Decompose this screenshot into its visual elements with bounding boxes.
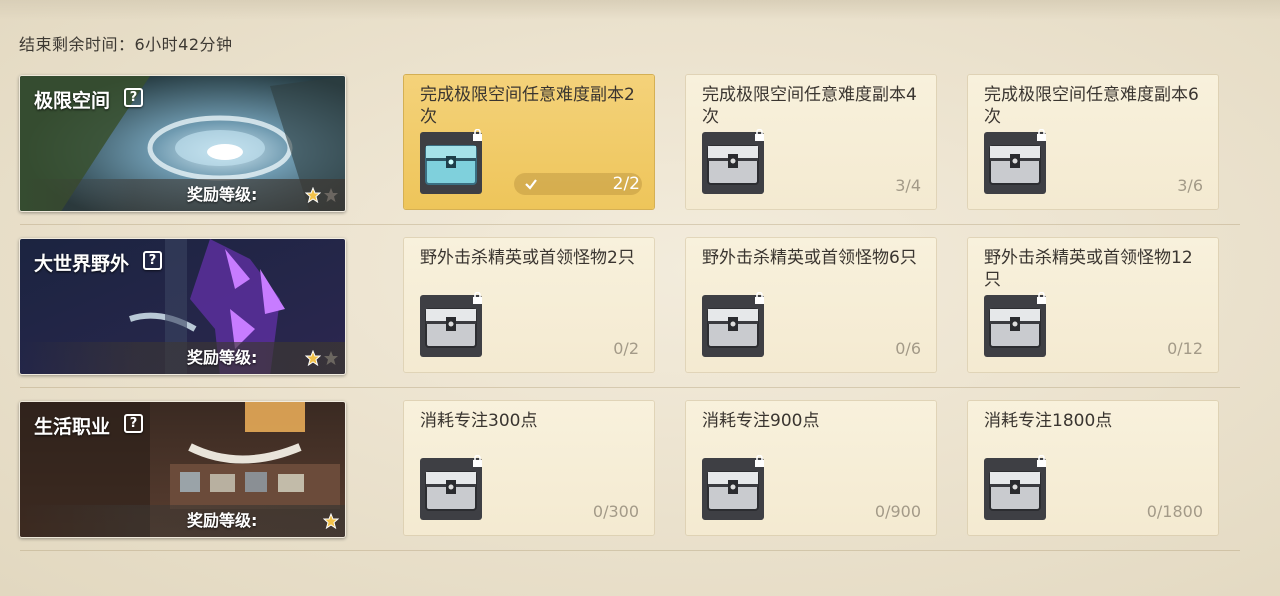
task-progress: 0/2 xyxy=(613,339,639,358)
reward-bar xyxy=(20,505,345,537)
task-card[interactable]: 消耗专注300点 0/300 xyxy=(404,401,654,535)
row-divider xyxy=(20,224,1240,225)
task-card[interactable]: 消耗专注900点 0/900 xyxy=(686,401,936,535)
task-progress: 3/6 xyxy=(1177,176,1203,195)
task-progress: 0/900 xyxy=(874,502,921,521)
lock-icon xyxy=(755,129,764,141)
completed-badge: 2/2 xyxy=(514,173,642,195)
blue-chest-icon[interactable] xyxy=(420,129,482,194)
reward-bar xyxy=(20,179,345,211)
task-card[interactable]: 野外击杀精英或首领怪物6只 0/6 xyxy=(686,238,936,372)
task-text: 野外击杀精英或首领怪物12只 xyxy=(984,248,1193,290)
task-progress: 0/300 xyxy=(592,502,639,521)
task-progress: 3/4 xyxy=(895,176,921,195)
row-divider xyxy=(20,550,1240,551)
task-card[interactable]: 野外击杀精英或首领怪物12只 0/12 xyxy=(968,238,1218,372)
silver-chest-icon[interactable] xyxy=(420,292,482,357)
star-filled-icon xyxy=(305,350,321,366)
help-icon[interactable]: ? xyxy=(124,88,143,107)
lock-icon xyxy=(755,292,764,304)
silver-chest-icon[interactable] xyxy=(702,455,764,520)
lock-icon xyxy=(473,292,482,304)
activity-row-extreme-space: 极限空间 ? 奖励等级: 完成极限空间任意难度副本2次 2/2 完成极限空间任意… xyxy=(0,75,1280,225)
task-progress: 0/12 xyxy=(1167,339,1203,358)
reward-stars xyxy=(305,350,339,366)
activity-title: 极限空间 xyxy=(34,90,111,112)
reward-level-label: 奖励等级: xyxy=(187,185,258,204)
task-text: 野外击杀精英或首领怪物6只 xyxy=(702,248,917,268)
activity-row-open-world: 大世界野外 ? 奖励等级: 野外击杀精英或首领怪物2只 0/2 野外击杀精英或首… xyxy=(0,238,1280,388)
reward-stars xyxy=(323,513,339,529)
activity-title: 生活职业 xyxy=(34,416,111,438)
task-card[interactable]: 完成极限空间任意难度副本2次 2/2 xyxy=(404,75,654,209)
row-divider xyxy=(20,387,1240,388)
activity-banner[interactable]: 生活职业 ? 奖励等级: xyxy=(19,401,346,538)
check-icon xyxy=(525,179,537,190)
event-timer: 结束剩余时间：6小时42分钟 xyxy=(19,35,233,54)
star-filled-icon xyxy=(305,187,321,203)
silver-chest-icon[interactable] xyxy=(984,292,1046,357)
silver-chest-icon[interactable] xyxy=(420,455,482,520)
activity-banner[interactable]: 极限空间 ? 奖励等级: xyxy=(19,75,346,212)
help-icon[interactable]: ? xyxy=(124,414,143,433)
task-text: 消耗专注1800点 xyxy=(984,411,1113,431)
lock-icon xyxy=(1037,455,1046,467)
top-decor-strip xyxy=(0,0,1280,20)
activity-banner[interactable]: 大世界野外 ? 奖励等级: xyxy=(19,238,346,375)
task-card[interactable]: 野外击杀精英或首领怪物2只 0/2 xyxy=(404,238,654,372)
star-empty-icon xyxy=(324,188,338,202)
silver-chest-icon[interactable] xyxy=(702,129,764,194)
silver-chest-icon[interactable] xyxy=(984,129,1046,194)
lock-icon xyxy=(473,455,482,467)
reward-stars xyxy=(305,187,339,203)
silver-chest-icon[interactable] xyxy=(984,455,1046,520)
task-card[interactable]: 完成极限空间任意难度副本6次 3/6 xyxy=(968,75,1218,209)
star-empty-icon xyxy=(324,351,338,365)
task-text: 野外击杀精英或首领怪物2只 xyxy=(420,248,635,268)
help-icon[interactable]: ? xyxy=(143,251,162,270)
reward-level-label: 奖励等级: xyxy=(187,348,258,367)
reward-level-label: 奖励等级: xyxy=(187,511,258,530)
task-card[interactable]: 完成极限空间任意难度副本4次 3/4 xyxy=(686,75,936,209)
star-filled-icon xyxy=(323,513,339,529)
task-progress: 0/6 xyxy=(895,339,921,358)
lock-icon xyxy=(755,455,764,467)
silver-chest-icon[interactable] xyxy=(702,292,764,357)
task-text: 完成极限空间任意难度副本4次 xyxy=(702,85,917,127)
task-text: 消耗专注900点 xyxy=(702,411,820,431)
task-text: 完成极限空间任意难度副本2次 xyxy=(420,85,635,127)
activity-row-life-skills: 生活职业 ? 奖励等级: 消耗专注300点 0/300 消耗专注900点 0/9… xyxy=(0,401,1280,551)
activity-title: 大世界野外 xyxy=(34,253,130,275)
task-progress: 2/2 xyxy=(612,174,640,194)
task-card[interactable]: 消耗专注1800点 0/1800 xyxy=(968,401,1218,535)
lock-icon xyxy=(1037,129,1046,141)
lock-icon xyxy=(1037,292,1046,304)
task-text: 消耗专注300点 xyxy=(420,411,538,431)
task-progress: 0/1800 xyxy=(1146,502,1203,521)
lock-icon xyxy=(473,129,482,141)
reward-bar xyxy=(20,342,345,374)
task-text: 完成极限空间任意难度副本6次 xyxy=(984,85,1199,127)
